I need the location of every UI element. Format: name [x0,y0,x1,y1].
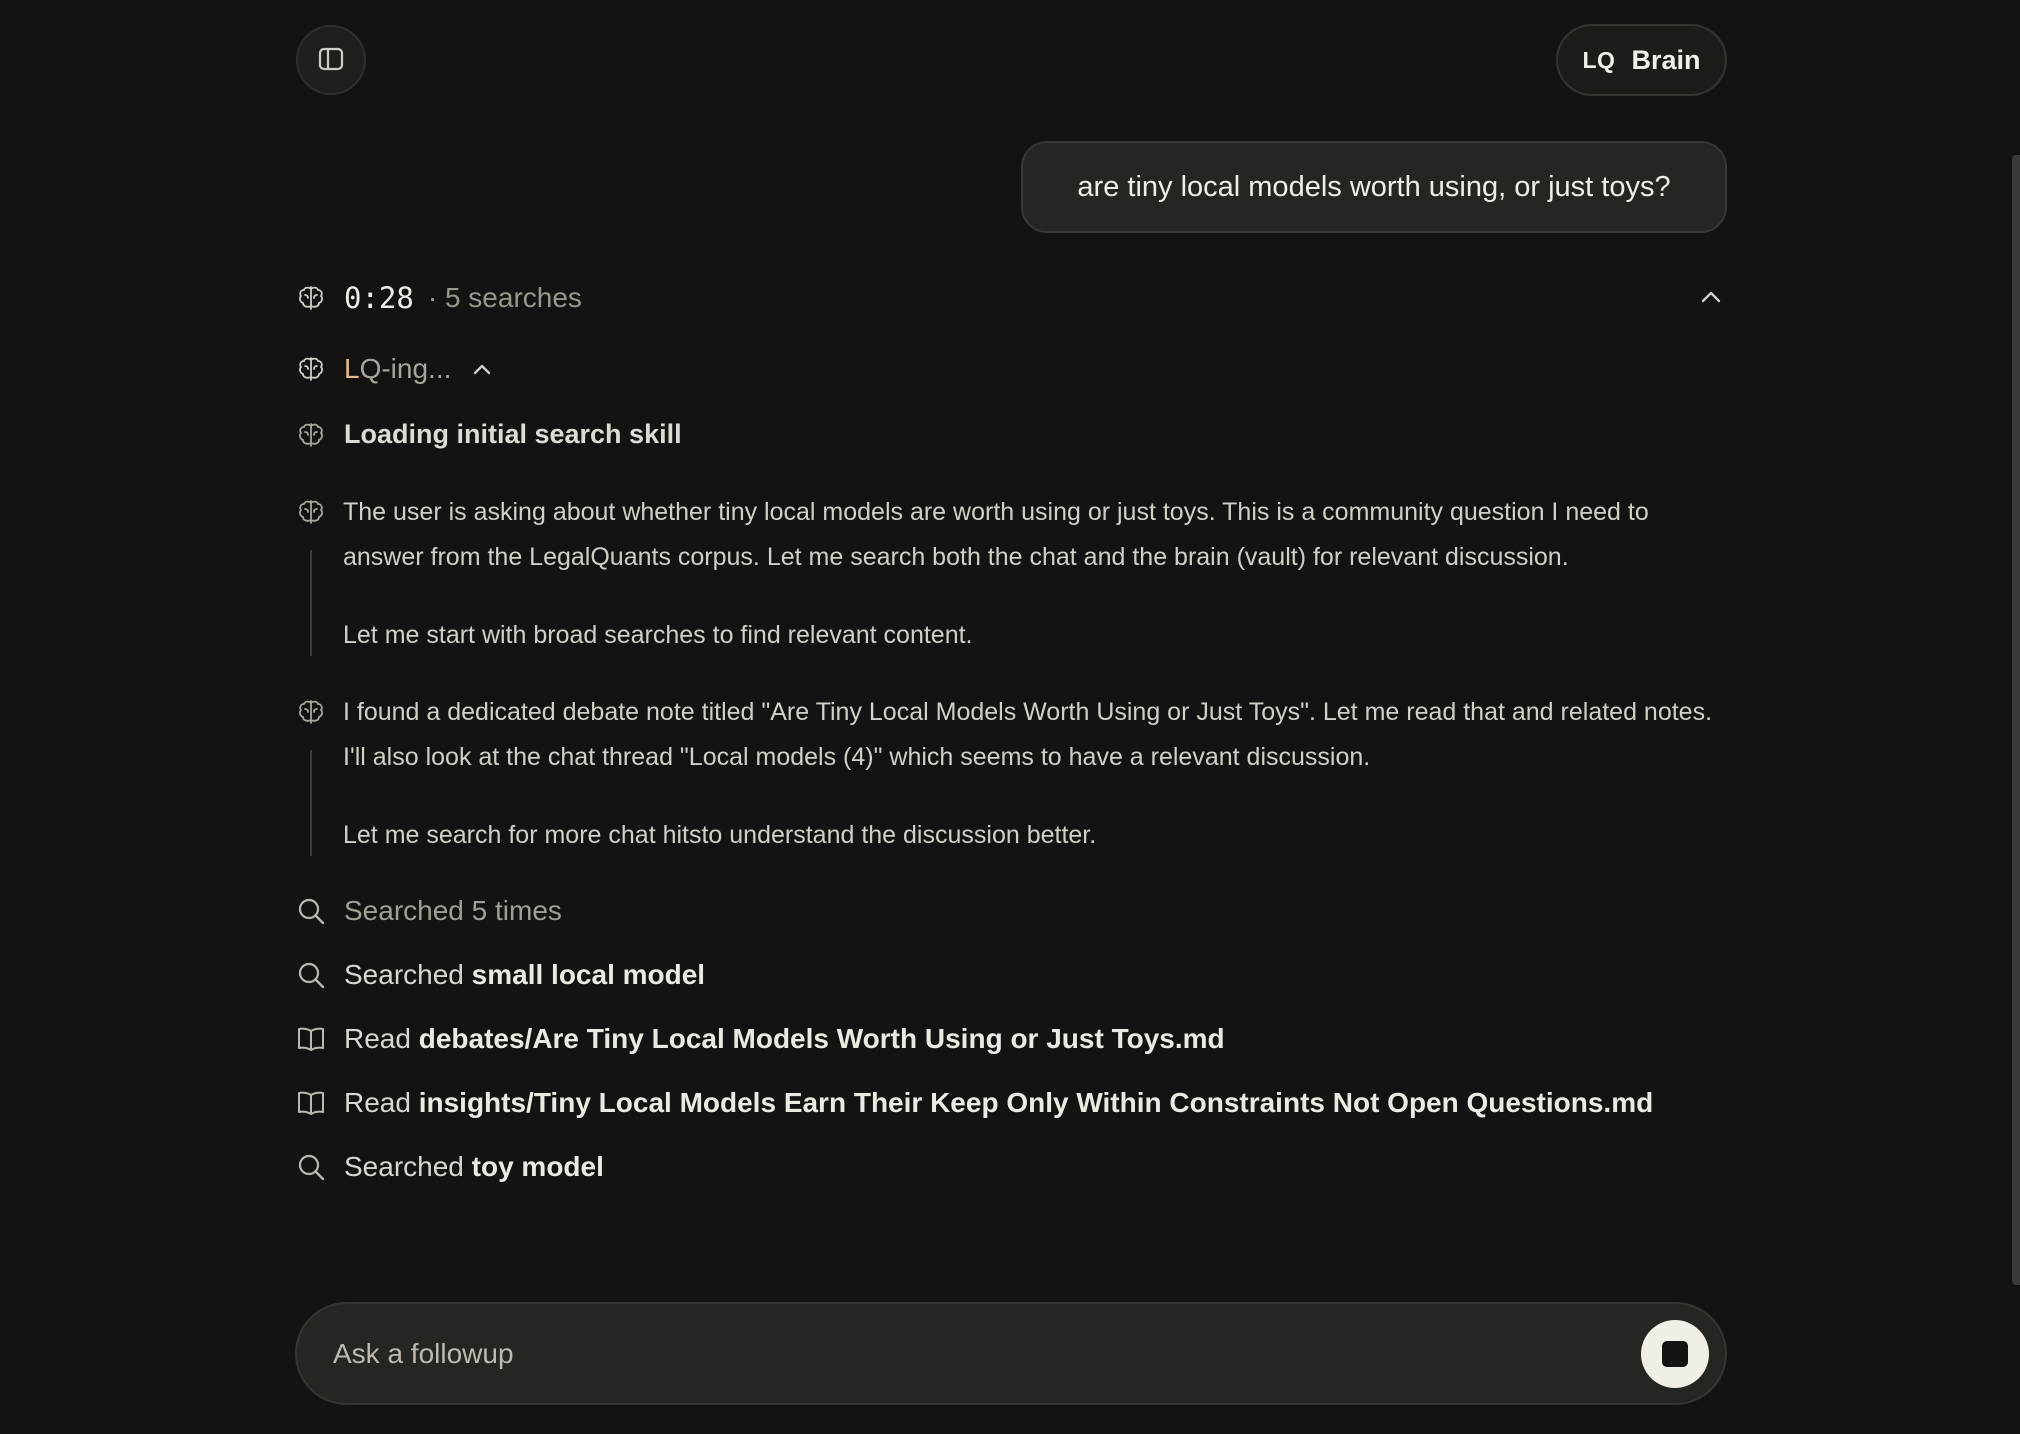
thought-block: I found a dedicated debate note titled "… [296,697,1736,867]
user-message: are tiny local models worth using, or ju… [1021,141,1727,233]
thinking-label-accent: L [344,353,360,384]
action-text: Searched toy model [344,1151,604,1183]
stop-button[interactable] [1641,1320,1709,1388]
action-verb: Searched [344,959,464,990]
action-text: Read insights/Tiny Local Models Earn The… [344,1087,1653,1119]
search-icon [296,896,326,926]
thought-paragraph: I found a dedicated debate note titled "… [343,698,1713,771]
scrollbar-thumb[interactable] [2012,155,2020,1285]
thinking-status[interactable]: LQ-ing... [296,353,495,385]
action-verb: Read [344,1023,411,1054]
sidebar-panel-icon [318,47,344,74]
brain-icon [296,697,326,727]
sidebar-toggle-button[interactable] [296,25,366,95]
action-target: insights/Tiny Local Models Earn Their Ke… [418,1087,1654,1118]
thinking-label: LQ-ing... [344,353,451,385]
thought-paragraph: Let me search for more chat hitsto under… [343,821,1097,849]
trace-summary[interactable]: 0:28 · 5 searches [296,281,582,315]
thought-divider [310,550,312,656]
brain-icon [296,420,326,450]
step-row: Loading initial search skill [296,419,682,450]
searched-summary[interactable]: Searched 5 times [296,895,562,927]
action-verb: Read [344,1087,411,1118]
book-icon [296,1024,326,1054]
action-row[interactable]: Read debates/Are Tiny Local Models Worth… [296,1023,1225,1055]
action-verb: Searched [344,1151,464,1182]
brand-name: Brain [1631,44,1701,75]
search-icon [296,1152,326,1182]
action-text: Searched small local model [344,959,705,991]
action-target: toy model [471,1151,604,1182]
brain-icon [296,497,326,527]
thought-paragraph: The user is asking about whether tiny lo… [343,498,1649,571]
action-text: Read debates/Are Tiny Local Models Worth… [344,1023,1225,1055]
stop-icon [1662,1341,1688,1367]
followup-composer [295,1302,1727,1405]
action-row[interactable]: Searched small local model [296,959,705,991]
thought-divider [310,750,312,856]
action-row[interactable]: Searched toy model [296,1151,604,1183]
brain-icon [296,354,326,384]
action-verb: Searched 5 times [344,895,562,926]
thought-paragraph: Let me start with broad searches to find… [343,621,973,649]
action-target: debates/Are Tiny Local Models Worth Usin… [418,1023,1225,1054]
brand-switcher[interactable]: LQ Brain [1556,24,1727,96]
thinking-label-rest: Q-ing... [359,353,452,384]
chevron-up-icon[interactable] [1696,282,1726,312]
action-target: small local model [471,959,706,990]
brain-icon [296,283,326,313]
search-icon [296,960,326,990]
elapsed-timer: 0:28 [344,281,414,315]
followup-input[interactable] [333,1332,1583,1376]
brand-logo: LQ [1582,46,1616,73]
action-row[interactable]: Read insights/Tiny Local Models Earn The… [296,1087,1653,1119]
search-count: · 5 searches [427,282,582,313]
scrollbar[interactable] [2010,0,2020,1434]
chat-page: LQ Brain are tiny local models worth usi… [0,0,2020,1434]
step-title: Loading initial search skill [344,419,682,449]
book-icon [296,1088,326,1118]
thought-block: The user is asking about whether tiny lo… [296,497,1736,667]
chevron-up-icon[interactable] [469,356,495,382]
